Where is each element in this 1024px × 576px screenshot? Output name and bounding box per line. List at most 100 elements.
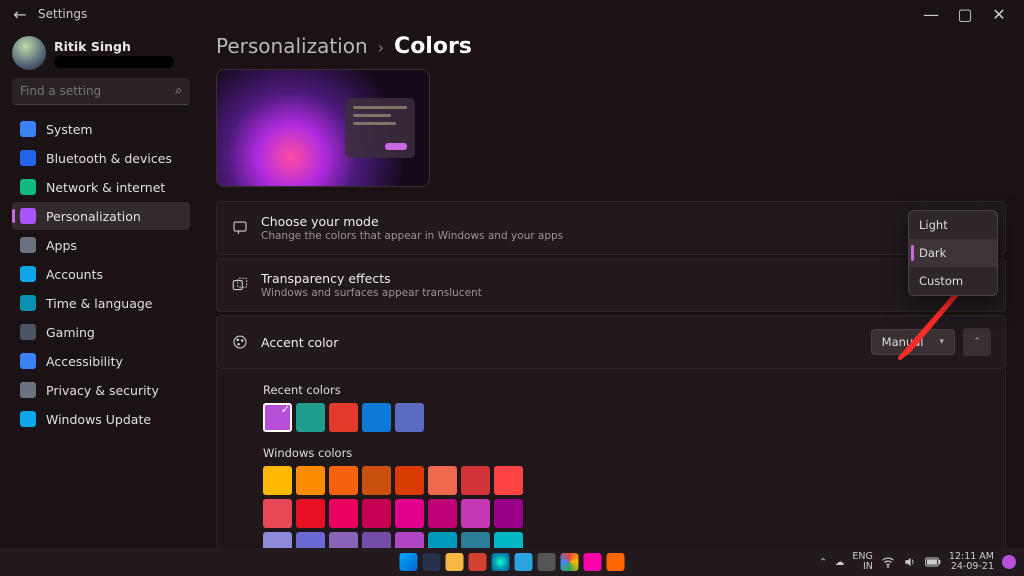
onedrive-icon[interactable]: ☁ (835, 557, 845, 568)
windows-color-swatch[interactable] (494, 532, 523, 548)
windows-color-swatch[interactable] (329, 499, 358, 528)
sidebar-item-network-internet[interactable]: Network & internet (12, 173, 190, 201)
windows-color-swatch[interactable] (461, 532, 490, 548)
user-email-redacted (54, 56, 174, 68)
battery-icon[interactable] (925, 557, 941, 567)
taskbar-app-icon[interactable] (515, 553, 533, 571)
windows-color-swatch[interactable] (296, 499, 325, 528)
sidebar-item-apps[interactable]: Apps (12, 231, 190, 259)
collapse-button[interactable]: ⌃ (963, 328, 991, 356)
windows-color-swatch[interactable] (329, 466, 358, 495)
sidebar-item-label: Accounts (46, 267, 103, 282)
windows-color-swatch[interactable] (296, 532, 325, 548)
windows-color-swatch[interactable] (494, 499, 523, 528)
taskbar-app-icon[interactable] (538, 553, 556, 571)
sidebar-item-label: Windows Update (46, 412, 151, 427)
nav-icon (20, 179, 36, 195)
wifi-icon[interactable] (881, 555, 895, 569)
nav-icon (20, 266, 36, 282)
clock[interactable]: 12:11 AM 24-09-21 (949, 552, 994, 573)
taskbar-app-icon[interactable] (584, 553, 602, 571)
windows-color-swatch[interactable] (395, 466, 424, 495)
windows-color-swatch[interactable] (461, 499, 490, 528)
sidebar: Ritik Singh ⌕ System Bluetooth & devicesN… (0, 28, 200, 548)
title-bar: ← Settings — ▢ ✕ (0, 0, 1024, 28)
language-indicator[interactable]: ENG IN (852, 552, 872, 573)
sidebar-item-time-language[interactable]: Time & language (12, 289, 190, 317)
mode-option-light[interactable]: Light (909, 211, 997, 239)
back-button[interactable]: ← (8, 5, 32, 24)
windows-color-swatch[interactable] (428, 466, 457, 495)
nav-icon (20, 382, 36, 398)
user-name: Ritik Singh (54, 39, 174, 54)
nav-icon (20, 208, 36, 224)
sidebar-item-personalization[interactable]: Personalization (12, 202, 190, 230)
windows-color-swatch[interactable] (263, 466, 292, 495)
sidebar-item-privacy-security[interactable]: Privacy & security (12, 376, 190, 404)
sidebar-item-label: System (46, 122, 93, 137)
windows-color-swatch[interactable] (263, 532, 292, 548)
windows-color-swatch[interactable] (428, 532, 457, 548)
taskbar-app-icon[interactable] (561, 553, 579, 571)
taskbar-app-icon[interactable] (492, 553, 510, 571)
sidebar-item-accounts[interactable]: Accounts (12, 260, 190, 288)
sidebar-item-label: Personalization (46, 209, 141, 224)
maximize-button[interactable]: ▢ (948, 2, 982, 26)
minimize-button[interactable]: — (914, 2, 948, 26)
search-input[interactable] (12, 78, 190, 105)
search-box[interactable]: ⌕ (12, 78, 190, 105)
recent-color-swatch[interactable] (362, 403, 391, 432)
chevron-up-icon: ⌃ (973, 337, 981, 347)
mode-option-dark[interactable]: Dark (909, 239, 997, 267)
windows-color-swatch[interactable] (395, 499, 424, 528)
sidebar-item-windows-update[interactable]: Windows Update (12, 405, 190, 433)
choose-mode-row[interactable]: Choose your mode Change the colors that … (216, 201, 1006, 255)
brush-icon (231, 219, 249, 237)
sidebar-item-system[interactable]: System (12, 115, 190, 143)
windows-color-swatch[interactable] (461, 466, 490, 495)
windows-color-swatch[interactable] (329, 532, 358, 548)
taskbar-app-icon[interactable] (607, 553, 625, 571)
tray-chevron-icon[interactable]: ⌃ (819, 557, 827, 568)
windows-color-swatch[interactable] (362, 532, 391, 548)
sidebar-item-gaming[interactable]: Gaming (12, 318, 190, 346)
mode-option-custom[interactable]: Custom (909, 267, 997, 295)
sidebar-item-label: Accessibility (46, 354, 123, 369)
taskbar-app-icon[interactable] (423, 553, 441, 571)
transparency-icon (231, 276, 249, 294)
nav-list: System Bluetooth & devicesNetwork & inter… (12, 115, 190, 433)
accent-color-title: Accent color (261, 335, 859, 350)
search-icon: ⌕ (175, 83, 182, 98)
recent-color-swatch[interactable] (296, 403, 325, 432)
recent-color-swatch[interactable] (329, 403, 358, 432)
recent-color-swatch[interactable] (263, 403, 292, 432)
windows-color-swatch[interactable] (362, 466, 391, 495)
palette-icon (231, 333, 249, 351)
recent-colors-row (263, 403, 991, 432)
windows-color-swatch[interactable] (362, 499, 391, 528)
windows-color-swatch[interactable] (296, 466, 325, 495)
close-button[interactable]: ✕ (982, 2, 1016, 26)
windows-color-swatch[interactable] (494, 466, 523, 495)
recent-colors-label: Recent colors (263, 383, 991, 397)
user-account[interactable]: Ritik Singh (12, 36, 190, 70)
windows-color-swatch[interactable] (395, 532, 424, 548)
taskbar-app-icon[interactable] (446, 553, 464, 571)
windows-color-swatch[interactable] (263, 499, 292, 528)
breadcrumb-parent[interactable]: Personalization (216, 34, 368, 58)
sidebar-item-accessibility[interactable]: Accessibility (12, 347, 190, 375)
windows-color-swatch[interactable] (428, 499, 457, 528)
nav-icon (20, 237, 36, 253)
notifications-icon[interactable] (1002, 555, 1016, 569)
volume-icon[interactable] (903, 555, 917, 569)
accent-color-panel: Recent colors Windows colors (216, 369, 1006, 548)
taskbar-app-icon[interactable] (469, 553, 487, 571)
accent-mode-dropdown[interactable]: Manual ▾ (871, 329, 955, 355)
recent-color-swatch[interactable] (395, 403, 424, 432)
choose-mode-title: Choose your mode (261, 214, 991, 229)
nav-icon (20, 150, 36, 166)
taskbar[interactable]: ⌃ ☁ ENG IN 12:11 AM 24-09-21 (0, 548, 1024, 576)
transparency-subtitle: Windows and surfaces appear translucent (261, 287, 921, 299)
start-button[interactable] (400, 553, 418, 571)
sidebar-item-bluetooth-devices[interactable]: Bluetooth & devices (12, 144, 190, 172)
